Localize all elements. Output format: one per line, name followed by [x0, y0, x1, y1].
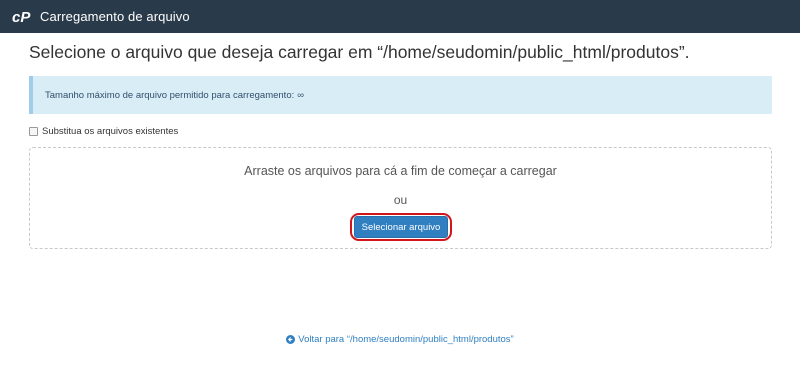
- max-size-value: ∞: [297, 89, 305, 101]
- page-title: Selecione o arquivo que deseja carregar …: [29, 42, 690, 62]
- arrow-left-circle-icon: [286, 335, 296, 344]
- overwrite-checkbox[interactable]: [29, 127, 38, 136]
- overwrite-checkbox-label[interactable]: Substitua os arquivos existentes: [42, 126, 178, 137]
- svg-text:cP: cP: [12, 9, 31, 25]
- back-link[interactable]: Voltar para “/home/seudomin/public_html/…: [0, 334, 800, 345]
- max-size-label: Tamanho máximo de arquivo permitido para…: [45, 89, 295, 101]
- select-file-button[interactable]: Selecionar arquivo: [354, 216, 448, 238]
- file-drop-zone[interactable]: Arraste os arquivos para cá a fim de com…: [29, 147, 772, 249]
- or-separator: ou: [393, 193, 408, 207]
- back-link-label[interactable]: Voltar para “/home/seudomin/public_html/…: [298, 334, 513, 345]
- info-alert: Tamanho máximo de arquivo permitido para…: [29, 76, 772, 114]
- overwrite-option[interactable]: Substitua os arquivos existentes: [29, 126, 178, 137]
- app-title: Carregamento de arquivo: [40, 9, 190, 24]
- drop-zone-text: Arraste os arquivos para cá a fim de com…: [244, 164, 557, 178]
- top-bar: cP Carregamento de arquivo: [0, 0, 800, 33]
- cpanel-logo-icon[interactable]: cP: [12, 9, 34, 25]
